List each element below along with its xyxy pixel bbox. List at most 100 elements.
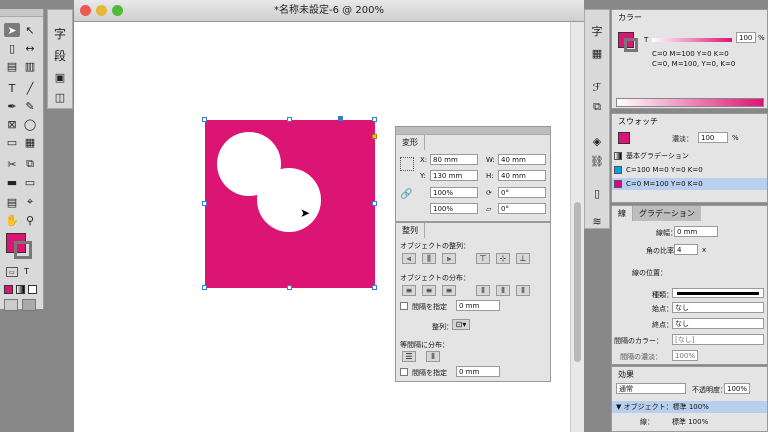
type-tool-icon[interactable]: T: [4, 81, 20, 95]
gradient-feather-tool-icon[interactable]: ▭: [22, 175, 38, 189]
pathfinder-panel-icon[interactable]: ◫: [52, 90, 68, 104]
stroke-color-swatch[interactable]: [14, 241, 32, 259]
use-spacing-checkbox[interactable]: [400, 302, 408, 310]
magenta-square[interactable]: [205, 120, 375, 288]
table-panel-icon[interactable]: ▦: [589, 46, 605, 60]
zoom-button[interactable]: [112, 5, 123, 16]
selection-handle-br[interactable]: [372, 285, 377, 290]
selection-handle-ml[interactable]: [202, 201, 207, 206]
scissors-tool-icon[interactable]: ✂: [4, 157, 20, 171]
note-tool-icon[interactable]: ▤: [4, 195, 20, 209]
align-left-icon[interactable]: ⫷: [402, 253, 416, 264]
y-field[interactable]: 130 mm: [430, 170, 478, 181]
selection-handle-tm[interactable]: [287, 117, 292, 122]
transform-panel-grip[interactable]: [396, 127, 550, 135]
stroke-tab[interactable]: 線: [612, 206, 633, 221]
object-effect-row[interactable]: ▼ オブジェクト：標準 100%: [612, 401, 767, 413]
gradient-tab[interactable]: グラデーション: [633, 206, 701, 221]
page-tool-icon[interactable]: ▯: [4, 41, 20, 55]
use-spacing-checkbox-2[interactable]: [400, 368, 408, 376]
scroll-thumb[interactable]: [574, 202, 581, 362]
preview-view-icon[interactable]: [22, 299, 36, 311]
apply-color-icon[interactable]: [4, 285, 13, 294]
line-tool-icon[interactable]: ╱: [22, 81, 38, 95]
frame-panel-icon[interactable]: ▣: [52, 70, 68, 84]
transform-tab[interactable]: 変形: [396, 135, 425, 150]
rectangle-frame-tool-icon[interactable]: ⊠: [4, 117, 20, 131]
glyphs-panel-icon[interactable]: 字: [589, 24, 605, 38]
color-tab[interactable]: カラー: [612, 10, 648, 25]
w-field[interactable]: 40 mm: [498, 154, 546, 165]
hand-tool-icon[interactable]: ✋: [4, 213, 20, 227]
content-collector-icon[interactable]: ▤: [4, 59, 20, 73]
toolbox-grip[interactable]: [0, 9, 43, 17]
paragraph-panel-button[interactable]: 段: [52, 48, 68, 63]
selection-handle-mr[interactable]: [372, 201, 377, 206]
shear-field[interactable]: 0°: [498, 203, 546, 214]
gap-tool-icon[interactable]: ↔: [22, 41, 38, 55]
rectangle-tool-icon[interactable]: ▭: [4, 135, 20, 149]
apply-gradient-icon[interactable]: [16, 285, 25, 294]
layers-panel-icon[interactable]: ◈: [589, 134, 605, 148]
swatch-tint-field[interactable]: 100: [698, 132, 728, 143]
align-top-icon[interactable]: ⊤: [476, 253, 490, 264]
tint-field[interactable]: 100: [736, 32, 756, 43]
distribute-bottom-icon[interactable]: ≡: [442, 285, 456, 296]
pen-tool-icon[interactable]: ✒: [4, 99, 20, 113]
swatches-tab[interactable]: スウォッチ: [612, 114, 664, 129]
h-field[interactable]: 40 mm: [498, 170, 546, 181]
spacing-field[interactable]: 0 mm: [456, 300, 500, 311]
align-to-dropdown[interactable]: ⊡▾: [452, 319, 470, 330]
distribute-vcenter-icon[interactable]: ≡: [422, 285, 436, 296]
reference-point-icon[interactable]: [400, 157, 414, 171]
links-panel-icon[interactable]: ⛓: [589, 154, 605, 168]
close-button[interactable]: [80, 5, 91, 16]
selection-handle-tr[interactable]: [372, 117, 377, 122]
live-corner-handle[interactable]: [372, 134, 377, 139]
gap-tint-field[interactable]: 100%: [672, 350, 698, 361]
object-styles-icon[interactable]: ⧉: [589, 100, 605, 114]
distribute-left-icon[interactable]: ⦀: [476, 285, 490, 296]
text-mode-label[interactable]: T: [24, 267, 29, 276]
selection-handle-tl[interactable]: [202, 117, 207, 122]
distribute-top-icon[interactable]: ≡: [402, 285, 416, 296]
character-styles-icon[interactable]: ℱ: [589, 80, 605, 94]
distribute-hspace-icon[interactable]: ⦀: [426, 351, 440, 362]
tint-slider[interactable]: [652, 38, 732, 42]
pages-panel-icon[interactable]: ▯: [589, 186, 605, 200]
swatch-row-magenta[interactable]: C=0 M=100 Y=0 K=0: [612, 178, 767, 190]
stroke-weight-field[interactable]: 0 mm: [674, 226, 718, 237]
scale-y-field[interactable]: 100%: [430, 203, 478, 214]
gradient-swatch-tool-icon[interactable]: ▬: [4, 175, 20, 189]
apply-none-icon[interactable]: [28, 285, 37, 294]
selection-handle-bl[interactable]: [202, 285, 207, 290]
gap-color-dropdown[interactable]: [なし]: [672, 334, 764, 345]
start-dropdown[interactable]: なし: [672, 302, 764, 313]
scale-x-field[interactable]: 100%: [430, 187, 478, 198]
stroke-panel-icon[interactable]: ≋: [589, 214, 605, 228]
normal-view-icon[interactable]: [4, 299, 18, 311]
distribute-right-icon[interactable]: ⦀: [516, 285, 530, 296]
effects-tab[interactable]: 効果: [612, 367, 640, 382]
rotate-field[interactable]: 0°: [498, 187, 546, 198]
eyedropper-tool-icon[interactable]: ⌖: [22, 195, 38, 209]
direct-selection-tool-icon[interactable]: ↖: [22, 23, 38, 37]
character-panel-button[interactable]: 字: [52, 26, 68, 41]
distribute-vspace-icon[interactable]: ☰: [402, 351, 416, 362]
constrain-proportions-icon[interactable]: 🔗: [400, 189, 414, 203]
end-dropdown[interactable]: なし: [672, 318, 764, 329]
color-ramp[interactable]: [616, 98, 764, 107]
selection-handle-bm[interactable]: [287, 285, 292, 290]
stroke-type-dropdown[interactable]: [672, 288, 764, 298]
align-vcenter-icon[interactable]: ⊹: [496, 253, 510, 264]
container-mode-icon[interactable]: ▭: [6, 267, 18, 277]
align-right-icon[interactable]: ⫸: [442, 253, 456, 264]
content-grabber-handle[interactable]: [338, 116, 343, 121]
opacity-field[interactable]: 100%: [724, 383, 750, 394]
free-transform-tool-icon[interactable]: ⧉: [22, 157, 38, 171]
x-field[interactable]: 80 mm: [430, 154, 478, 165]
selection-tool-icon[interactable]: ➤: [4, 23, 20, 37]
align-tab[interactable]: 整列: [396, 223, 425, 238]
align-bottom-icon[interactable]: ⊥: [516, 253, 530, 264]
swatch-row-gradient[interactable]: 基本グラデーション: [612, 150, 767, 162]
